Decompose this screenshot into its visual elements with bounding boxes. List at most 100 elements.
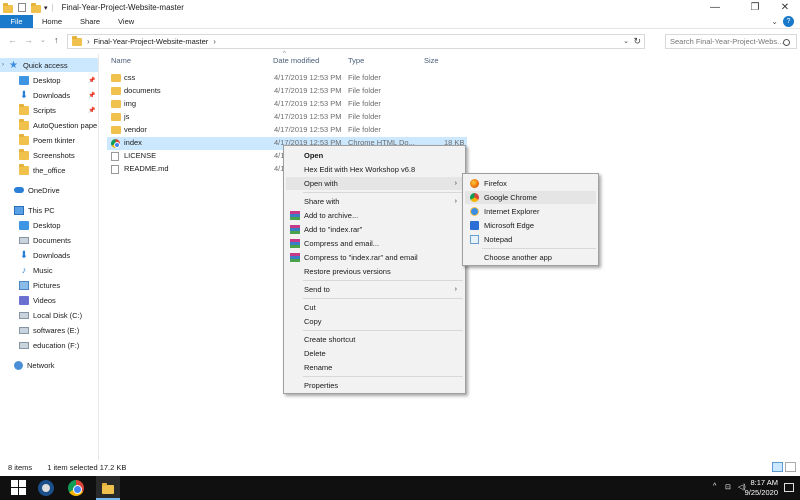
maximize-button[interactable]: ❐ — [740, 0, 770, 15]
properties-icon[interactable] — [18, 3, 26, 12]
file-name: index — [124, 138, 142, 147]
title-separator: | — [51, 3, 54, 12]
column-header-size[interactable]: Size — [424, 56, 439, 65]
tray-overflow-icon[interactable]: ^ — [713, 483, 716, 490]
sidebar-item-pc-downloads[interactable]: ⬇ Downloads — [0, 248, 98, 262]
sidebar-item-music[interactable]: ♪ Music — [0, 263, 98, 277]
clock-time[interactable]: 8:17 AM — [728, 478, 778, 487]
menu-item-microsoft-edge[interactable]: Microsoft Edge — [465, 219, 596, 232]
details-view-icon[interactable] — [772, 462, 783, 472]
breadcrumb-separator[interactable]: › — [213, 37, 216, 46]
column-header-name[interactable]: Name — [111, 56, 131, 65]
back-arrow-icon[interactable]: ← — [8, 35, 17, 45]
sidebar-item-network[interactable]: Network — [0, 358, 98, 372]
breadcrumb[interactable]: Final-Year-Project-Website-master — [94, 37, 209, 46]
tab-view[interactable]: View — [109, 15, 143, 28]
folder-icon — [19, 118, 29, 130]
menu-item-create-shortcut[interactable]: Create shortcut — [286, 333, 463, 346]
help-icon[interactable]: ? — [783, 16, 794, 27]
menu-item-firefox[interactable]: Firefox — [465, 177, 596, 190]
refresh-icon[interactable]: ↻ — [633, 36, 641, 47]
recent-locations-icon[interactable]: ⌄ — [40, 36, 46, 44]
submenu-arrow-icon: › — [454, 286, 457, 293]
sidebar-item-autoquestion[interactable]: AutoQuestion pape — [0, 118, 98, 132]
expand-chevron-icon[interactable]: › — [2, 62, 9, 68]
menu-separator — [482, 248, 596, 249]
menu-item-hex-edit[interactable]: Hex Edit with Hex Workshop v6.8 — [286, 163, 463, 176]
column-header-type[interactable]: Type — [348, 56, 364, 65]
large-icons-view-icon[interactable] — [785, 462, 796, 472]
menu-item-add-archive[interactable]: Add to archive... — [286, 209, 463, 222]
file-row-img[interactable]: img 4/17/2019 12:53 PM File folder — [107, 98, 467, 111]
sidebar-item-desktop[interactable]: Desktop 📌 — [0, 73, 98, 87]
column-header-date[interactable]: Date modified — [273, 56, 319, 65]
new-folder-icon[interactable] — [31, 3, 41, 13]
menu-item-send-to[interactable]: Send to › — [286, 283, 463, 296]
expand-ribbon-icon[interactable]: ⌄ — [771, 17, 778, 26]
menu-item-open-with[interactable]: Open with › — [286, 177, 463, 190]
file-row-js[interactable]: js 4/17/2019 12:53 PM File folder — [107, 111, 467, 124]
file-date: 4/17/2019 12:53 PM — [274, 73, 342, 82]
item-count: 8 items — [8, 462, 33, 472]
address-bar[interactable]: › Final-Year-Project-Website-master › ⌄ … — [67, 34, 645, 49]
sidebar-item-local-disk-c[interactable]: Local Disk (C:) — [0, 308, 98, 322]
up-arrow-icon[interactable]: ↑ — [54, 35, 59, 45]
menu-item-notepad[interactable]: Notepad — [465, 233, 596, 246]
forward-arrow-icon[interactable]: → — [24, 35, 33, 45]
sidebar-item-videos[interactable]: Videos — [0, 293, 98, 307]
menu-item-compress-email[interactable]: Compress and email... — [286, 237, 463, 250]
sidebar-item-the-office[interactable]: the_office — [0, 163, 98, 177]
sidebar-item-pc-desktop[interactable]: Desktop — [0, 218, 98, 232]
menu-item-properties[interactable]: Properties — [286, 379, 463, 392]
sidebar-item-screenshots[interactable]: Screenshots — [0, 148, 98, 162]
sidebar-item-onedrive[interactable]: OneDrive — [0, 183, 98, 197]
file-row-css[interactable]: css 4/17/2019 12:53 PM File folder — [107, 72, 467, 85]
file-row-vendor[interactable]: vendor 4/17/2019 12:53 PM File folder — [107, 124, 467, 137]
menu-item-label: Compress and email... — [304, 239, 380, 248]
menu-item-label: Open — [304, 151, 324, 160]
sidebar-item-label: Pictures — [33, 280, 61, 290]
menu-item-choose-another-app[interactable]: Choose another app — [465, 251, 596, 264]
breadcrumb-separator[interactable]: › — [87, 37, 90, 46]
clock-date[interactable]: 9/25/2020 — [728, 488, 778, 497]
menu-item-restore-versions[interactable]: Restore previous versions — [286, 265, 463, 278]
tab-share[interactable]: Share — [71, 15, 109, 28]
menu-item-open[interactable]: Open — [286, 149, 463, 162]
submenu-arrow-icon: › — [454, 198, 457, 205]
close-button[interactable]: ✕ — [770, 0, 800, 15]
menu-item-copy[interactable]: Copy — [286, 315, 463, 328]
sidebar-item-quick-access[interactable]: › ★ Quick access — [0, 58, 98, 72]
notifications-icon[interactable] — [784, 483, 794, 492]
menu-item-delete[interactable]: Delete — [286, 347, 463, 360]
menu-item-google-chrome[interactable]: Google Chrome — [465, 191, 596, 204]
folder-icon — [19, 163, 29, 175]
sidebar-item-scripts[interactable]: Scripts 📌 — [0, 103, 98, 117]
address-dropdown-icon[interactable]: ⌄ — [623, 37, 629, 45]
menu-item-internet-explorer[interactable]: Internet Explorer — [465, 205, 596, 218]
menu-item-share-with[interactable]: Share with › — [286, 195, 463, 208]
cortana-icon[interactable] — [38, 480, 54, 496]
minimize-button[interactable]: — — [700, 0, 730, 15]
search-input[interactable] — [665, 34, 797, 49]
file-type: File folder — [348, 86, 381, 95]
quick-access-dropdown-icon[interactable]: ▾ — [44, 4, 48, 12]
sidebar-item-documents[interactable]: Documents — [0, 233, 98, 247]
menu-item-label: Firefox — [484, 179, 507, 188]
file-tab[interactable]: File — [0, 15, 33, 28]
star-icon: ★ — [9, 59, 18, 71]
menu-item-cut[interactable]: Cut — [286, 301, 463, 314]
tab-home[interactable]: Home — [33, 15, 71, 28]
menu-item-add-rar[interactable]: Add to "index.rar" — [286, 223, 463, 236]
menu-item-rename[interactable]: Rename — [286, 361, 463, 374]
menu-item-compress-rar-email[interactable]: Compress to "index.rar" and email — [286, 251, 463, 264]
sidebar-item-pictures[interactable]: Pictures — [0, 278, 98, 292]
sidebar-item-this-pc[interactable]: This PC — [0, 203, 98, 217]
sidebar-item-downloads[interactable]: ⬇ Downloads 📌 — [0, 88, 98, 102]
sidebar-item-education-f[interactable]: education (F:) — [0, 338, 98, 352]
chrome-taskbar-icon[interactable] — [68, 480, 84, 496]
start-button[interactable] — [11, 480, 27, 496]
file-explorer-taskbar-icon[interactable] — [96, 476, 120, 500]
file-row-documents[interactable]: documents 4/17/2019 12:53 PM File folder — [107, 85, 467, 98]
sidebar-item-softwares-e[interactable]: softwares (E:) — [0, 323, 98, 337]
sidebar-item-poem-tkinter[interactable]: Poem tkinter — [0, 133, 98, 147]
